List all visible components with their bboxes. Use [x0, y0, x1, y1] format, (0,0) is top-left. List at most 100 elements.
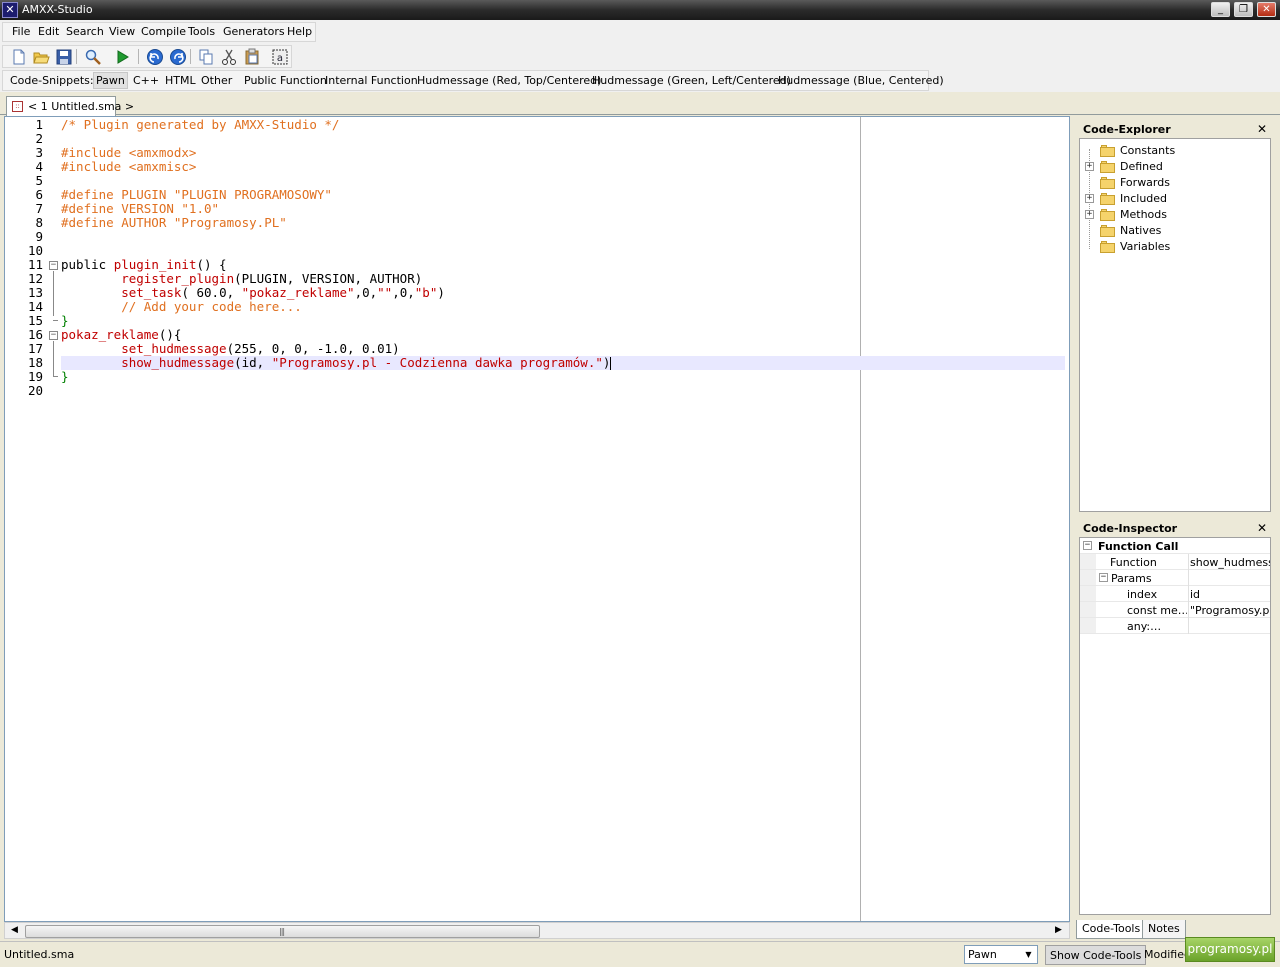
scrollbar-thumb[interactable]: ||| [25, 925, 540, 938]
save-icon[interactable] [55, 48, 73, 66]
cut-icon[interactable] [220, 48, 238, 66]
collapse-icon[interactable]: − [1099, 573, 1108, 582]
code-line[interactable]: public plugin_init() { [61, 258, 1069, 272]
inspector-section[interactable]: − Function Call [1080, 538, 1270, 554]
expand-icon[interactable]: + [1085, 210, 1094, 219]
line-number: 13 [27, 285, 43, 300]
inspector-param-row[interactable]: const me…"Programosy.pl - [1080, 602, 1270, 618]
snippet-hudmessage-blue[interactable]: Hudmessage (Blue, Centered) [778, 74, 944, 87]
line-number: 6 [35, 187, 43, 202]
code-line[interactable]: show_hudmessage(id, "Programosy.pl - Cod… [61, 356, 1069, 370]
explorer-item[interactable]: Variables [1120, 240, 1170, 253]
code-line[interactable]: #include <amxmodx> [61, 146, 1069, 160]
menu-edit[interactable]: Edit [38, 25, 59, 38]
chevron-down-icon[interactable]: ▼ [1021, 947, 1036, 962]
folder-icon [1100, 145, 1116, 157]
menu-help[interactable]: Help [287, 25, 312, 38]
snippet-public-function[interactable]: Public Function [244, 74, 327, 87]
column-divider [1188, 554, 1189, 570]
minimize-button[interactable]: _ [1211, 2, 1230, 17]
collapse-icon[interactable]: − [1083, 541, 1092, 550]
horizontal-scrollbar[interactable]: ◀ ||| ▶ [4, 922, 1070, 939]
scroll-left-icon[interactable]: ◀ [11, 925, 18, 935]
inspector-param-row[interactable]: index id [1080, 586, 1270, 602]
scroll-right-icon[interactable]: ▶ [1055, 925, 1062, 935]
code-line[interactable] [61, 230, 1069, 244]
explorer-item[interactable]: Natives [1120, 224, 1161, 237]
explorer-item[interactable]: Included [1120, 192, 1167, 205]
tab-code-tools[interactable]: Code-Tools [1076, 920, 1147, 939]
explorer-item[interactable]: Defined [1120, 160, 1163, 173]
snippet-hudmessage-green[interactable]: Hudmessage (Green, Left/Centered) [592, 74, 791, 87]
explorer-item[interactable]: Methods [1120, 208, 1167, 221]
snippet-hudmessage-red[interactable]: Hudmessage (Red, Top/Centered) [417, 74, 601, 87]
code-line[interactable]: pokaz_reklame(){ [61, 328, 1069, 342]
code-line[interactable]: #define AUTHOR "Programosy.PL" [61, 216, 1069, 230]
menu-tools[interactable]: Tools [188, 25, 215, 38]
undo-icon[interactable] [146, 48, 164, 66]
code-line[interactable] [61, 174, 1069, 188]
select-all-icon[interactable]: a [271, 48, 289, 66]
menu-search[interactable]: Search [66, 25, 104, 38]
code-line[interactable]: #define PLUGIN "PLUGIN PROGRAMOSOWY" [61, 188, 1069, 202]
code-line[interactable]: register_plugin(PLUGIN, VERSION, AUTHOR) [61, 272, 1069, 286]
snippet-tab-html[interactable]: HTML [165, 74, 196, 87]
line-number: 7 [35, 201, 43, 216]
code-line[interactable] [61, 244, 1069, 258]
open-folder-icon[interactable] [32, 48, 50, 66]
code-line[interactable]: } [61, 314, 1069, 328]
run-icon[interactable] [113, 48, 131, 66]
code-line[interactable]: } [61, 370, 1069, 384]
document-tab-strip: :: < 1 Untitled.sma > [0, 92, 1280, 116]
menu-view[interactable]: View [109, 25, 135, 38]
close-icon[interactable]: ✕ [1257, 122, 1267, 136]
inspector-param-row[interactable]: any:… [1080, 618, 1270, 634]
svg-text:a: a [277, 53, 283, 64]
close-icon[interactable]: ✕ [1257, 521, 1267, 535]
code-editor[interactable]: 1 /* Plugin generated by AMXX-Studio */ 2 3… [4, 116, 1070, 922]
document-icon: :: [12, 101, 23, 112]
close-button[interactable]: ✕ [1257, 2, 1276, 17]
explorer-item[interactable]: Forwards [1120, 176, 1170, 189]
code-line[interactable] [61, 132, 1069, 146]
snippet-tab-pawn[interactable]: Pawn [93, 72, 128, 89]
line-number: 19 [27, 369, 43, 384]
fold-toggle[interactable]: − [49, 261, 58, 270]
new-file-icon[interactable] [10, 48, 28, 66]
code-line[interactable]: // Add your code here... [61, 300, 1069, 314]
redo-icon[interactable] [169, 48, 187, 66]
show-code-tools-button[interactable]: Show Code-Tools [1045, 945, 1147, 965]
line-number: 10 [27, 243, 43, 258]
menu-compile[interactable]: Compile [141, 25, 186, 38]
menu-file[interactable]: File [12, 25, 30, 38]
menu-generators[interactable]: Generators [223, 25, 285, 38]
copy-icon[interactable] [197, 48, 215, 66]
language-select[interactable]: Pawn ▼ [964, 945, 1038, 964]
code-line[interactable] [61, 384, 1069, 398]
code-line[interactable]: #define VERSION "1.0" [61, 202, 1069, 216]
inspector-row[interactable]: Function show_hudmessa [1080, 554, 1270, 570]
param-value[interactable]: id [1190, 588, 1270, 601]
find-icon[interactable] [84, 48, 102, 66]
fold-toggle[interactable]: − [49, 331, 58, 340]
line-number: 15 [27, 313, 43, 328]
param-value[interactable]: "Programosy.pl - [1190, 604, 1270, 617]
expand-icon[interactable]: + [1085, 194, 1094, 203]
folder-icon [1100, 209, 1116, 221]
snippet-tab-cpp[interactable]: C++ [133, 74, 159, 87]
inspector-params-row[interactable]: − Params [1080, 570, 1270, 586]
code-line[interactable]: set_task( 60.0, "pokaz_reklame",0,"",0,"… [61, 286, 1069, 300]
explorer-item[interactable]: Constants [1120, 144, 1175, 157]
expand-icon[interactable]: + [1085, 162, 1094, 171]
tab-untitled-sma[interactable]: :: < 1 Untitled.sma > [6, 96, 134, 116]
tab-notes[interactable]: Notes [1142, 920, 1186, 939]
paste-icon[interactable] [243, 48, 261, 66]
inspector-value[interactable]: show_hudmessa [1190, 556, 1270, 569]
snippet-internal-function[interactable]: Internal Function [325, 74, 418, 87]
maximize-button[interactable]: ❐ [1234, 2, 1253, 17]
code-line[interactable]: set_hudmessage(255, 0, 0, -1.0, 0.01) [61, 342, 1069, 356]
snippet-tab-other[interactable]: Other [201, 74, 232, 87]
status-bar: Untitled.sma Pawn ▼ Show Code-Tools Modi… [0, 941, 1280, 967]
code-line[interactable]: #include <amxmisc> [61, 160, 1069, 174]
code-line[interactable]: /* Plugin generated by AMXX-Studio */ [61, 118, 1069, 132]
